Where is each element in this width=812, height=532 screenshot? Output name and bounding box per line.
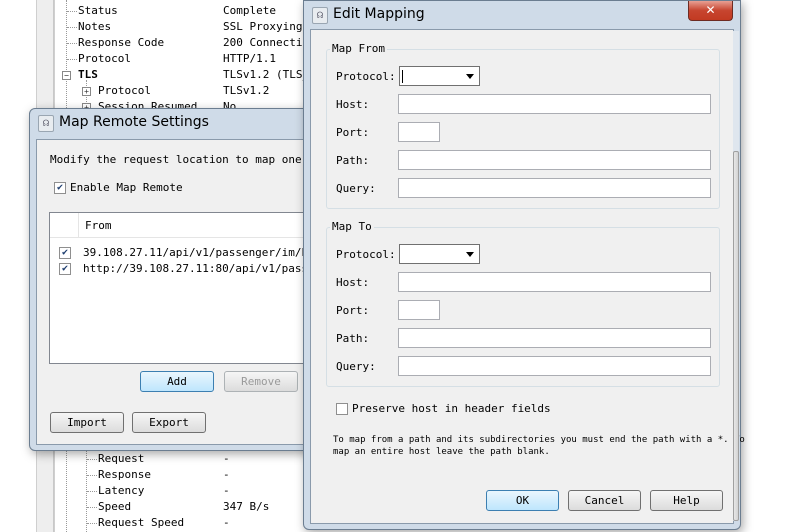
from-host-label: Host: [336,98,370,111]
enable-map-remote-label[interactable]: Enable Map Remote [70,181,183,195]
tree-branch [87,507,97,508]
row-from-value: 39.108.27.11/api/v1/passenger/im/h... [83,246,329,259]
from-protocol-select[interactable] [399,66,480,86]
to-path-field[interactable] [398,328,711,348]
edit-mapping-client: Map From Protocol: Host: Port: Path: Que… [310,29,745,524]
column-from-header[interactable]: From [85,219,112,233]
close-icon: ✕ [705,3,716,17]
tree-guide-line [66,450,67,532]
tree-branch [87,475,97,476]
remove-button[interactable]: Remove [224,371,298,392]
tree-row-value: Complete [223,4,276,17]
tree-row-key[interactable]: Protocol [78,51,131,67]
from-host-field[interactable] [398,94,711,114]
tree-row-value: - [223,516,230,529]
ok-button[interactable]: OK [486,490,559,511]
tree-row-key[interactable]: Notes [78,19,111,35]
tree-row-value: TLSv1.2 (TLS_E [223,68,316,81]
tree-row-value: - [223,484,230,497]
row-enabled-checkbox[interactable]: ✔ [59,263,71,275]
to-port-field[interactable] [398,300,440,320]
tree-row-key[interactable]: Response Code [78,35,164,51]
edit-mapping-titlebar[interactable]: ☊ Edit Mapping ✕ [304,1,740,29]
from-path-field[interactable] [398,150,711,170]
tree-guide-line [66,0,67,120]
chevron-down-icon [466,252,474,257]
tree-row-key[interactable]: Request Speed [98,515,184,531]
table-header: From [50,213,315,238]
map-from-title: Map From [330,42,387,56]
tls-collapse-toggle[interactable]: − [62,71,71,80]
import-button[interactable]: Import [50,412,124,433]
tree-row-key[interactable]: Response [98,467,151,483]
tree-row-value: 347 B/s [223,500,270,513]
map-remote-window: ☊ Map Remote Settings Modify the request… [29,108,335,451]
app-icon: ☊ [312,7,328,24]
tree-row-value: 200 Connection [223,36,316,49]
to-port-label: Port: [336,304,370,317]
from-query-label: Query: [336,182,376,195]
edit-mapping-title: Edit Mapping [333,6,425,22]
tree-branch [67,59,77,60]
hint-text-line2: map an entire host leave the path blank. [333,447,550,457]
map-remote-description: Modify the request location to map one r… [50,153,335,166]
from-port-label: Port: [336,126,370,139]
help-button[interactable]: Help [650,490,723,511]
enable-map-remote-checkbox[interactable]: ✔ [54,182,66,194]
to-path-label: Path: [336,332,370,345]
add-button[interactable]: Add [140,371,214,392]
tree-row-value: - [223,468,230,481]
preserve-host-label[interactable]: Preserve host in header fields [352,402,551,416]
map-remote-client: Modify the request location to map one r… [36,139,335,445]
tree-row-key[interactable]: Latency [98,483,144,499]
from-path-label: Path: [336,154,370,167]
from-protocol-label: Protocol: [336,70,396,83]
tree-branch [87,491,97,492]
tree-row-value: HTTP/1.1 [223,52,276,65]
table-row[interactable]: ✔ 39.108.27.11/api/v1/passenger/im/h... [50,245,328,261]
to-protocol-label: Protocol: [336,248,396,261]
to-query-label: Query: [336,360,376,373]
export-button[interactable]: Export [132,412,206,433]
preserve-host-checkbox[interactable] [336,403,348,415]
tree-row-key[interactable]: Speed [98,499,131,515]
map-remote-title: Map Remote Settings [59,114,209,130]
tree-branch [67,27,77,28]
map-to-title: Map To [330,220,374,234]
cancel-button[interactable]: Cancel [568,490,641,511]
to-host-field[interactable] [398,272,711,292]
tree-row-value: - [223,452,230,465]
close-button[interactable]: ✕ [688,1,733,21]
to-query-field[interactable] [398,356,711,376]
tree-branch [67,11,77,12]
tree-row-value: SSL Proxying e [223,20,316,33]
header-divider [78,213,79,237]
tree-row-key[interactable]: Request [98,451,144,467]
from-query-field[interactable] [398,178,711,198]
scrollbar-thumb[interactable] [733,151,739,521]
edit-mapping-dialog: ☊ Edit Mapping ✕ Map From Protocol: Host… [303,0,745,530]
to-protocol-select[interactable] [399,244,480,264]
from-port-field[interactable] [398,122,440,142]
table-row[interactable]: ✔ http://39.108.27.11:80/api/v1/pass... [50,261,328,277]
map-remote-titlebar[interactable]: ☊ Map Remote Settings [30,109,320,137]
dialog-scrollbar[interactable] [733,31,739,521]
tree-row-key[interactable]: Protocol [98,83,151,99]
tree-branch [67,43,77,44]
row-from-value: http://39.108.27.11:80/api/v1/pass... [83,262,329,275]
tree-branch [87,459,97,460]
row-enabled-checkbox[interactable]: ✔ [59,247,71,259]
tree-row-value: TLSv1.2 [223,84,270,97]
app-icon: ☊ [38,115,54,132]
chevron-down-icon [466,74,474,79]
mapping-table: From ✔ 39.108.27.11/api/v1/passenger/im/… [49,212,328,364]
protocol-expand-toggle[interactable]: + [82,87,91,96]
tree-row-key[interactable]: Status [78,3,118,19]
to-host-label: Host: [336,276,370,289]
hint-text-line1: To map from a path and its subdirectorie… [333,435,745,445]
tree-row-key[interactable]: TLS [78,67,98,83]
text-caret [402,70,403,83]
tree-branch [87,523,97,524]
